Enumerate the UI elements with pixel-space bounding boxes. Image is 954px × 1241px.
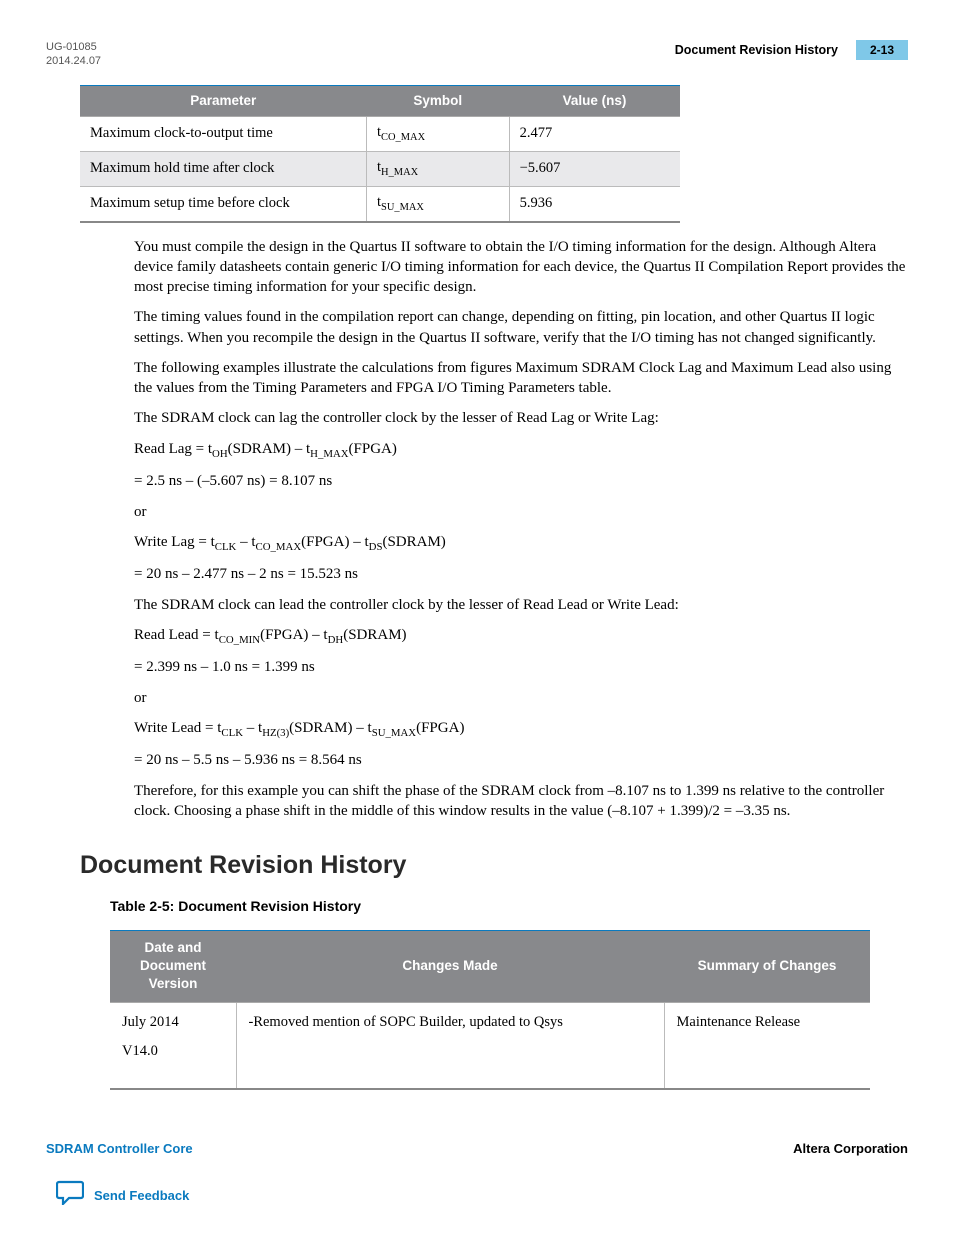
cell-param: Maximum clock-to-output time [80, 116, 367, 151]
cell-summary: Maintenance Release [664, 1002, 870, 1089]
col-value: Value (ns) [509, 85, 680, 116]
paragraph: The SDRAM clock can lag the controller c… [134, 408, 908, 428]
result: = 2.5 ns – (–5.607 ns) = 8.107 ns [134, 471, 908, 491]
cell-value: 5.936 [509, 186, 680, 221]
formula-read-lag: Read Lag = tOH(SDRAM) – tH_MAX(FPGA) [134, 439, 908, 462]
doc-id: UG-01085 [46, 40, 101, 54]
footer-company: Altera Corporation [793, 1140, 908, 1158]
page-footer: SDRAM Controller Core Altera Corporation [46, 1140, 908, 1158]
feedback-icon [56, 1179, 84, 1211]
or-text: or [134, 688, 908, 708]
result: = 20 ns – 5.5 ns – 5.936 ns = 8.564 ns [134, 750, 908, 770]
table-row: Maximum clock-to-output time tCO_MAX 2.4… [80, 116, 680, 151]
cell-param: Maximum setup time before clock [80, 186, 367, 221]
section-heading: Document Revision History [80, 849, 908, 883]
timing-parameters-table: Parameter Symbol Value (ns) Maximum cloc… [80, 85, 680, 223]
cell-symbol: tCO_MAX [367, 116, 510, 151]
header-left: UG-01085 2014.24.07 [46, 40, 101, 69]
footer-core-link[interactable]: SDRAM Controller Core [46, 1140, 193, 1158]
col-summary: Summary of Changes [664, 930, 870, 1002]
table-row: Maximum hold time after clock tH_MAX −5.… [80, 151, 680, 186]
cell-symbol: tSU_MAX [367, 186, 510, 221]
or-text: or [134, 502, 908, 522]
result: = 20 ns – 2.477 ns – 2 ns = 15.523 ns [134, 564, 908, 584]
paragraph: The SDRAM clock can lead the controller … [134, 595, 908, 615]
col-parameter: Parameter [80, 85, 367, 116]
feedback-label: Send Feedback [94, 1187, 189, 1205]
doc-date: 2014.24.07 [46, 54, 101, 68]
col-date-version: Date and Document Version [110, 930, 236, 1002]
formula-write-lead: Write Lead = tCLK – tHZ(3)(SDRAM) – tSU_… [134, 718, 908, 741]
formula-write-lag: Write Lag = tCLK – tCO_MAX(FPGA) – tDS(S… [134, 532, 908, 555]
col-symbol: Symbol [367, 85, 510, 116]
paragraph: Therefore, for this example you can shif… [134, 781, 908, 822]
body-content: You must compile the design in the Quart… [134, 237, 908, 822]
col-changes: Changes Made [236, 930, 664, 1002]
paragraph: The following examples illustrate the ca… [134, 358, 908, 399]
cell-value: −5.607 [509, 151, 680, 186]
formula-read-lead: Read Lead = tCO_MIN(FPGA) – tDH(SDRAM) [134, 625, 908, 648]
page-header: UG-01085 2014.24.07 Document Revision Hi… [46, 40, 908, 69]
table-caption: Table 2-5: Document Revision History [110, 897, 908, 916]
cell-param: Maximum hold time after clock [80, 151, 367, 186]
result: = 2.399 ns – 1.0 ns = 1.399 ns [134, 657, 908, 677]
header-right: Document Revision History 2-13 [675, 40, 908, 60]
header-section-title: Document Revision History [675, 42, 838, 59]
table-row: July 2014 V14.0 -Removed mention of SOPC… [110, 1002, 870, 1089]
page-number-badge: 2-13 [856, 40, 908, 60]
cell-value: 2.477 [509, 116, 680, 151]
cell-date-version: July 2014 V14.0 [110, 1002, 236, 1089]
table-row: Maximum setup time before clock tSU_MAX … [80, 186, 680, 221]
send-feedback-link[interactable]: Send Feedback [56, 1179, 908, 1211]
cell-symbol: tH_MAX [367, 151, 510, 186]
revision-history-table: Date and Document Version Changes Made S… [110, 930, 870, 1090]
cell-changes: -Removed mention of SOPC Builder, update… [236, 1002, 664, 1089]
paragraph: The timing values found in the compilati… [134, 307, 908, 348]
paragraph: You must compile the design in the Quart… [134, 237, 908, 298]
